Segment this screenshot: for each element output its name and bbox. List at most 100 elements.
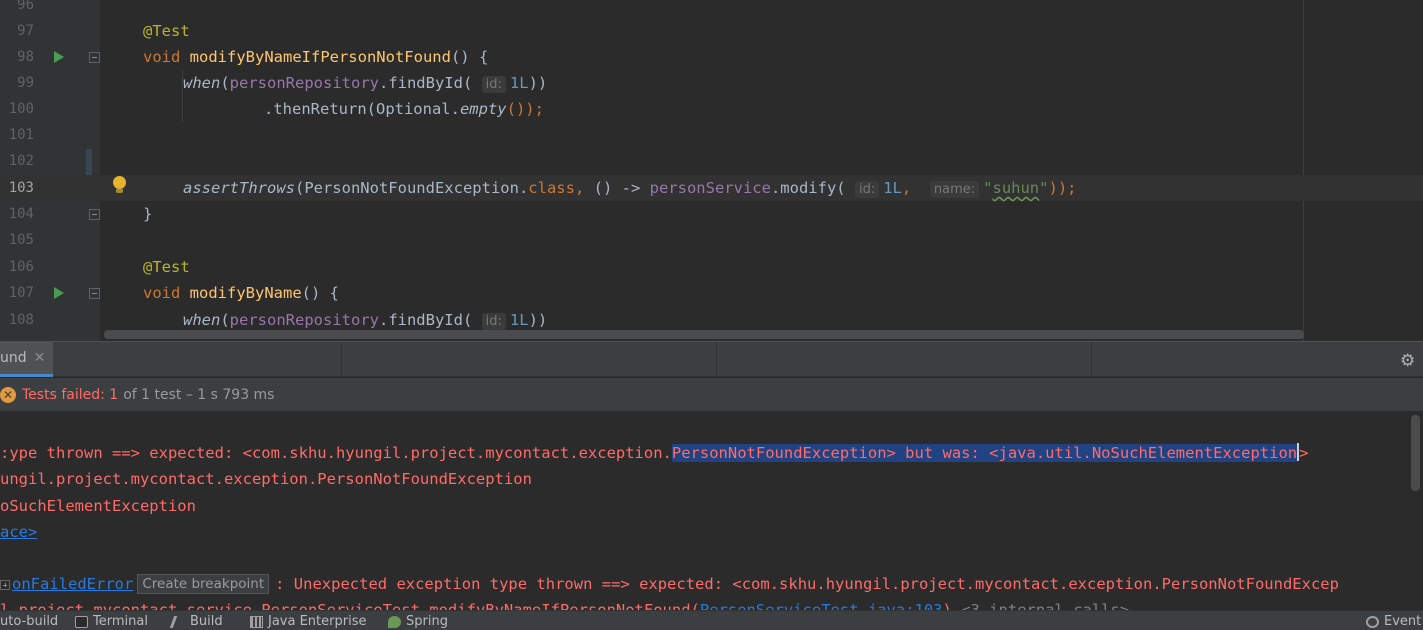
console-text: ungil.project.mycontact.exception.Person… [0,470,532,488]
test-console-output[interactable]: :ype thrown ==> expected: <com.skhu.hyun… [0,412,1423,610]
method-call: when [183,74,221,92]
code-line[interactable]: 99 when(personRepository.findById( id: 1L… [0,70,1423,96]
code-punct: ( [220,311,230,329]
console-line[interactable]: onFailedError Create breakpoint : Unexpect… [0,571,1339,597]
java-enterprise-button[interactable]: Java Enterprise [250,614,366,629]
string-quote: " [1039,179,1049,197]
tool-label: Spring [406,614,448,629]
fold-icon[interactable] [89,209,100,220]
test-failed-icon: ✕ [0,386,16,403]
code-line[interactable]: 96 [0,0,1423,18]
code-line-current[interactable]: 103 assertThrows(PersonNotFoundException… [0,175,1423,201]
code-line[interactable]: 106 @Test [0,254,1423,280]
run-test-icon[interactable] [54,287,64,299]
code-line[interactable]: 97 @Test [0,18,1423,44]
field-ref: personRepository [229,311,379,329]
annotation: @Test [143,258,190,276]
code-editor[interactable]: 96 97 @Test 98 void modifyByNameIfPerson… [0,0,1423,341]
number-literal: 1L [509,311,529,329]
stacktrace-link[interactable]: onFailedError [12,575,133,593]
auto-build-button[interactable]: uto-build [0,614,58,629]
vertical-scrollbar[interactable] [1411,415,1420,491]
divider [1091,342,1092,377]
divider [716,342,717,377]
code-punct: )) [528,74,548,92]
terminal-icon [75,615,88,628]
code-text: void modifyByNameIfPersonNotFound() { [143,44,488,70]
tests-summary: of 1 test – 1 s 793 ms [123,386,275,403]
line-number: 107 [8,285,34,301]
code-line[interactable]: 101 [0,122,1423,148]
console-text: l.project.mycontact.service.PersonServic… [0,601,700,610]
code-text: .thenReturn(Optional.empty()); [264,96,544,122]
run-tab-label: und [0,350,27,366]
tool-label: Build [190,614,223,629]
horizontal-scrollbar[interactable] [104,330,1304,339]
line-number: 100 [8,101,34,117]
line-number: 104 [8,206,34,222]
close-icon[interactable]: ✕ [34,350,46,366]
parameter-hint: id: [481,76,506,93]
build-button[interactable]: Build [169,614,223,629]
source-link[interactable]: PersonServiceTest.java:103 [700,601,943,610]
class-ref: (PersonNotFoundException. [294,179,529,197]
line-number: 99 [17,75,34,91]
console-text: : Unexpected exception type thrown ==> e… [275,575,1339,593]
selected-text: PersonNotFoundException> but was: <java.… [671,444,1298,462]
code-text: void modifyByName() { [143,280,339,306]
line-number: 101 [8,127,34,143]
method-call: .modify( [770,179,846,197]
keyword: void [143,284,181,302]
code-line[interactable]: 104 } [0,201,1423,227]
parameter-hint: name: [929,181,980,198]
code-punct: ( [220,74,230,92]
line-number: 98 [17,49,34,65]
method-call: when [183,311,221,329]
keyword: class [528,179,575,197]
method-call: .findById( [378,74,473,92]
expand-icon[interactable] [0,580,10,590]
console-line[interactable]: ace> [0,519,37,545]
hammer-icon [169,615,188,628]
tool-label: Terminal [93,614,148,629]
method-name: modifyByNameIfPersonNotFound [189,48,451,66]
gear-icon[interactable]: ⚙ [1400,351,1415,371]
console-line[interactable]: :ype thrown ==> expected: <com.skhu.hyun… [0,440,1308,466]
run-test-icon[interactable] [54,51,64,63]
test-status-bar: ✕ Tests failed: 1 of 1 test – 1 s 793 ms [0,378,1423,412]
spring-button[interactable]: Spring [388,614,448,629]
code-text: when(personRepository.findById( id: 1L)) [183,70,547,98]
fold-icon[interactable] [89,288,100,299]
intention-bulb-icon[interactable] [113,176,126,193]
tool-label: Java Enterprise [268,614,367,629]
console-line[interactable]: oSuchElementException [0,493,196,519]
code-text: assertThrows(PersonNotFoundException.cla… [183,175,1077,203]
event-log-button[interactable]: Event [1366,614,1421,629]
tool-label: uto-build [0,614,59,629]
code-line[interactable]: 100 .thenReturn(Optional.empty()); [0,96,1423,122]
code-line[interactable]: 107 void modifyByName() { [0,280,1423,306]
run-tab[interactable]: und ✕ [0,342,54,377]
code-line[interactable]: 98 void modifyByNameIfPersonNotFound() { [0,44,1423,70]
code-punct: () { [450,48,489,66]
field-ref: personRepository [229,74,379,92]
event-log-icon [1366,615,1379,628]
line-number: 105 [8,232,34,248]
console-line[interactable]: ungil.project.mycontact.exception.Person… [0,466,532,492]
console-line[interactable]: l.project.mycontact.service.PersonServic… [0,597,1129,610]
line-number: 102 [8,153,34,169]
tool-window-bar: uto-build Terminal Build Java Enterprise… [0,610,1423,630]
code-line[interactable]: 102 [0,148,1423,174]
terminal-button[interactable]: Terminal [75,614,148,629]
code-line[interactable]: 105 [0,227,1423,253]
spring-leaf-icon [388,615,401,628]
console-text: ) [942,601,952,610]
method-call: assertThrows [183,179,295,197]
create-breakpoint-tooltip[interactable]: Create breakpoint [137,574,270,594]
field-ref: personService [649,179,771,197]
stacktrace-link[interactable]: ace> [0,523,37,541]
internal-calls[interactable]: <3 internal calls> [952,601,1129,610]
fold-icon[interactable] [89,52,100,63]
code-text: @Test [143,254,190,280]
number-literal: 1L [509,74,529,92]
